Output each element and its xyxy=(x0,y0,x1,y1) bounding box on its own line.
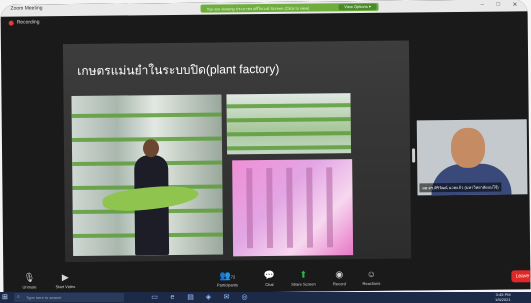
taskbar-search[interactable]: ⌕ Type here to search xyxy=(14,293,124,302)
leave-button[interactable]: Leave xyxy=(511,270,531,283)
minimize-icon[interactable]: – xyxy=(480,2,483,8)
participants-count: 72 xyxy=(230,274,236,280)
windows-taskbar: ⊞ ⌕ Type here to search ▭ e ▤ ◈ ✉ ◎ 3:45… xyxy=(0,292,531,303)
slide-photo-vertical-farm xyxy=(226,93,352,155)
title-bar: Zoom Meeting You are viewing ประภาพร ศรี… xyxy=(0,0,528,17)
zoom-window: Zoom Meeting You are viewing ประภาพร ศรี… xyxy=(0,0,531,295)
reactions-button[interactable]: ☺ Reactions xyxy=(349,269,393,286)
close-icon[interactable]: ✕ xyxy=(512,1,517,8)
screen-frame: Zoom Meeting You are viewing ประภาพร ศรี… xyxy=(0,0,531,303)
slide-photo-led-racks xyxy=(232,159,354,257)
recording-dot-icon xyxy=(8,20,14,26)
taskbar-apps: ▭ e ▤ ◈ ✉ ◎ xyxy=(150,293,249,302)
task-view-icon[interactable]: ▭ xyxy=(150,293,159,302)
slide-title: เกษตรแม่นยำในระบบปิด(plant factory) xyxy=(77,61,280,78)
recording-indicator[interactable]: Recording xyxy=(8,19,40,26)
participants-button[interactable]: 👥72 Participants xyxy=(205,270,249,287)
participant-video[interactable]: ผศ.ดร.ศิริวัฒน์ นวลแก้ว (มหาวิทยาลัยแม่โ… xyxy=(416,119,528,196)
search-icon: ⌕ xyxy=(17,294,20,300)
mail-icon[interactable]: ✉ xyxy=(222,293,231,302)
clock-date: 1/5/2021 xyxy=(495,296,511,302)
windows-start-icon[interactable]: ⊞ xyxy=(2,294,9,301)
participant-name: ผศ.ดร.ศิริวัฒน์ นวลแก้ว (มหาวิทยาลัยแม่โ… xyxy=(419,182,502,193)
video-camera-icon: ▶ xyxy=(61,272,69,283)
start-video-button[interactable]: ▶ Start Video xyxy=(43,272,87,289)
meeting-toolbar: 🎙 Unmute ▶ Start Video 👥72 Participants … xyxy=(3,265,531,295)
file-explorer-icon[interactable]: ▤ xyxy=(186,293,195,302)
view-options-button[interactable]: View Options ▾ xyxy=(338,3,377,11)
participants-icon: 👥72 xyxy=(219,270,236,281)
panel-resize-handle[interactable] xyxy=(412,148,416,163)
taskbar-clock[interactable]: 3:45 PM 1/5/2021 xyxy=(495,292,511,302)
banner-text: You are viewing ประภาพร ศรีไพวงษ์ Screen… xyxy=(206,5,310,12)
slide-photo-worker xyxy=(71,94,224,257)
recording-label: Recording xyxy=(16,19,40,26)
reactions-icon: ☺ xyxy=(366,268,376,279)
maximize-icon[interactable]: □ xyxy=(496,2,500,8)
shared-slide: เกษตรแม่นยำในระบบปิด(plant factory) xyxy=(62,40,412,263)
edge-icon[interactable]: e xyxy=(168,293,177,302)
search-placeholder: Type here to search xyxy=(26,295,62,300)
zoom-app-icon[interactable]: ◎ xyxy=(240,293,249,302)
window-title: Zoom Meeting xyxy=(10,5,43,12)
store-icon[interactable]: ◈ xyxy=(204,293,213,302)
view-banner: You are viewing ประภาพร ศรีไพวงษ์ Screen… xyxy=(200,2,379,13)
